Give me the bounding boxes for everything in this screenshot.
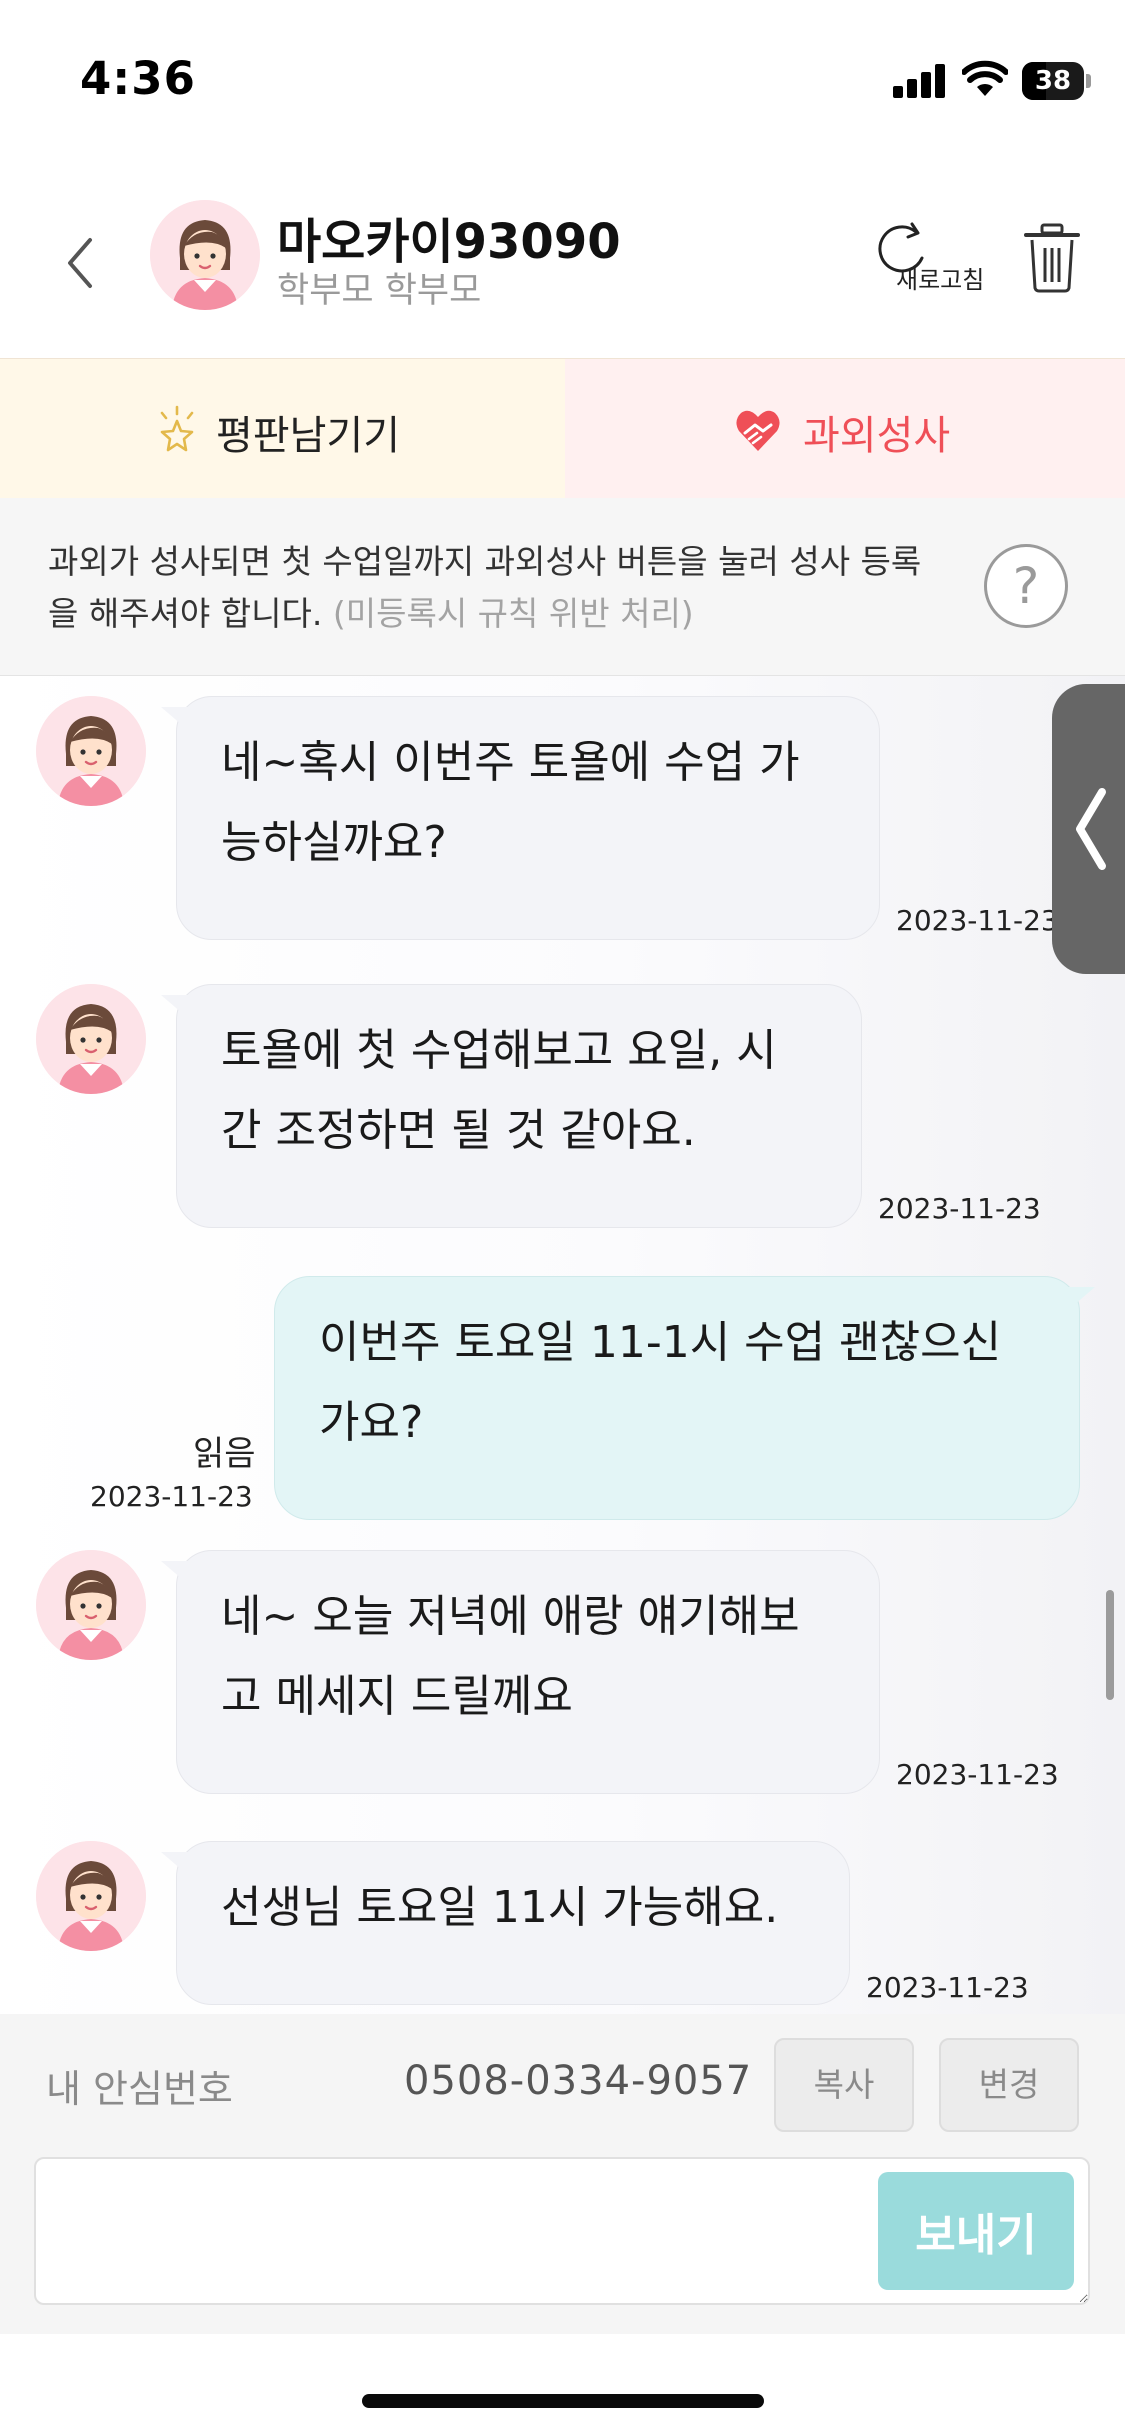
- contact-avatar: [150, 200, 260, 310]
- chat-scrollbar[interactable]: [1106, 1590, 1114, 1700]
- message-line: 네~ 오늘 저녁에 애랑 얘기해보: [221, 1591, 800, 1642]
- message-incoming: 네~ 오늘 저녁에 애랑 얘기해보 고 메세지 드릴께요 2023-11-23: [0, 1530, 1125, 1820]
- message-incoming: 토욜에 첫 수업해보고 요일, 시 간 조정하면 될 것 같아요. 2023-1…: [0, 964, 1125, 1254]
- sender-avatar: [36, 696, 146, 806]
- notice-muted-text: (미등록시 규칙 위반 처리): [332, 594, 694, 633]
- parent-avatar-icon: [36, 984, 146, 1094]
- sender-avatar: [36, 984, 146, 1094]
- message-line: 능하실까요?: [221, 817, 447, 868]
- chevron-left-icon: [1076, 788, 1106, 870]
- refresh-label: 새로고침: [896, 266, 985, 294]
- sender-avatar: [36, 1550, 146, 1660]
- message-bubble[interactable]: 네~혹시 이번주 토욜에 수업 가 능하실까요?: [161, 696, 880, 940]
- copy-button[interactable]: 복사: [774, 2038, 914, 2132]
- safe-number-bar: 내 안심번호 0508-0334-9057 복사 변경: [0, 2014, 1125, 2154]
- message-outgoing: 읽음 2023-11-23 이번주 토요일 11-1시 수업 괜찮으신 가요?: [0, 1276, 1125, 1546]
- home-indicator: [362, 2394, 764, 2408]
- message-line: 선생님 토요일 11시 가능해요.: [221, 1882, 779, 1933]
- notice-text: 과외가 성사되면 첫 수업일까지 과외성사 버튼을 눌러 성사 등록을 해주셔야…: [48, 536, 948, 640]
- cellular-signal-icon: [893, 64, 945, 98]
- refresh-button[interactable]: 새로고침: [868, 220, 998, 310]
- success-tab-label: 과외성사: [803, 413, 951, 459]
- message-timestamp: 2023-11-23: [896, 1758, 1059, 1791]
- read-receipt: 읽음: [193, 1434, 256, 1474]
- safe-number-value: 0508-0334-9057: [404, 2058, 753, 2104]
- handshake-heart-icon: [736, 410, 780, 451]
- action-tabs: 평판남기기 과외성사: [0, 358, 1125, 499]
- status-bar: 4:36 38: [0, 0, 1125, 150]
- message-line: 가요?: [319, 1397, 424, 1448]
- chat-messages: 네~혹시 이번주 토욜에 수업 가 능하실까요? 2023-11-23 토욜에 …: [0, 676, 1125, 2014]
- message-bubble[interactable]: 네~ 오늘 저녁에 애랑 얘기해보 고 메세지 드릴께요: [161, 1550, 880, 1794]
- message-line: 토욜에 첫 수업해보고 요일, 시: [221, 1025, 777, 1076]
- message-bubble[interactable]: 선생님 토요일 11시 가능해요.: [161, 1841, 850, 2005]
- message-line: 고 메세지 드릴께요: [221, 1671, 573, 1722]
- status-time: 4:36: [80, 52, 196, 105]
- message-timestamp: 2023-11-23: [878, 1192, 1041, 1225]
- parent-avatar-icon: [36, 696, 146, 806]
- message-bubble[interactable]: 토욜에 첫 수업해보고 요일, 시 간 조정하면 될 것 같아요.: [161, 984, 862, 1228]
- chat-screen: 4:36 38 마오카이93090 학부모 학부모 새로고침 평판남기기 과외성…: [0, 0, 1125, 2436]
- back-button[interactable]: [50, 228, 110, 298]
- battery-icon: 38: [1022, 62, 1091, 100]
- parent-avatar-icon: [150, 200, 260, 310]
- change-button[interactable]: 변경: [939, 2038, 1079, 2132]
- message-timestamp: 2023-11-23: [90, 1480, 253, 1513]
- message-line: 간 조정하면 될 것 같아요.: [221, 1105, 696, 1156]
- sender-avatar: [36, 1841, 146, 1951]
- chat-header: 마오카이93090 학부모 학부모 새로고침: [0, 180, 1125, 358]
- wifi-icon: [962, 60, 1008, 96]
- contact-role: 학부모 학부모: [277, 271, 482, 311]
- message-line: 네~혹시 이번주 토욜에 수업 가: [221, 737, 800, 788]
- message-line: 이번주 토요일 11-1시 수업 괜찮으신: [319, 1317, 1002, 1368]
- safe-number-label: 내 안심번호: [46, 2067, 233, 2111]
- message-bubble[interactable]: 이번주 토요일 11-1시 수업 괜찮으신 가요?: [274, 1276, 1095, 1520]
- send-button[interactable]: 보내기: [878, 2172, 1074, 2290]
- review-tab[interactable]: 평판남기기: [0, 359, 565, 499]
- review-tab-label: 평판남기기: [216, 413, 400, 459]
- trash-button[interactable]: [1020, 222, 1084, 294]
- help-button[interactable]: ?: [984, 544, 1068, 628]
- success-tab[interactable]: 과외성사: [565, 359, 1125, 499]
- message-timestamp: 2023-11-23: [896, 904, 1059, 937]
- star-icon: [160, 405, 194, 452]
- side-drawer-toggle[interactable]: [1052, 684, 1125, 974]
- success-notice: 과외가 성사되면 첫 수업일까지 과외성사 버튼을 눌러 성사 등록을 해주셔야…: [0, 498, 1125, 676]
- parent-avatar-icon: [36, 1841, 146, 1951]
- parent-avatar-icon: [36, 1550, 146, 1660]
- message-incoming: 네~혹시 이번주 토욜에 수업 가 능하실까요? 2023-11-23: [0, 676, 1125, 966]
- message-composer: 보내기: [0, 2154, 1125, 2334]
- message-incoming: 선생님 토요일 11시 가능해요. 2023-11-23: [0, 1821, 1125, 2014]
- battery-percent: 38: [1034, 66, 1072, 96]
- message-timestamp: 2023-11-23: [866, 1971, 1029, 2004]
